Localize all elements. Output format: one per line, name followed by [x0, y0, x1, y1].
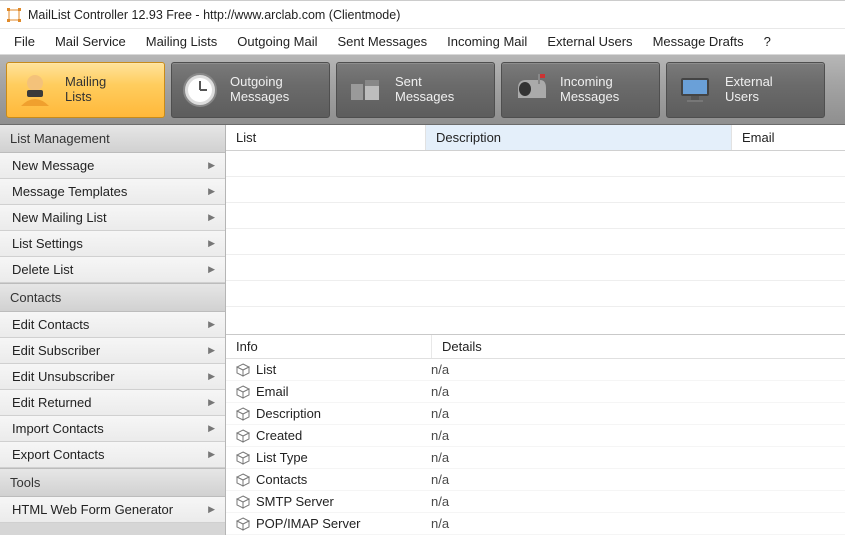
- menu-outgoing-mail[interactable]: Outgoing Mail: [227, 31, 327, 52]
- menu-external-users[interactable]: External Users: [537, 31, 642, 52]
- sidebar-item-html-form-generator[interactable]: HTML Web Form Generator▶: [0, 497, 225, 523]
- mailing-lists-icon: [15, 70, 55, 110]
- sidebar-item-delete-list[interactable]: Delete List▶: [0, 257, 225, 283]
- sidebar-item-import-contacts[interactable]: Import Contacts▶: [0, 416, 225, 442]
- ribbon-outgoing-messages[interactable]: Outgoing Messages: [171, 62, 330, 118]
- cube-icon: [236, 407, 250, 421]
- menu-sent-messages[interactable]: Sent Messages: [328, 31, 438, 52]
- chevron-right-icon: ▶: [208, 345, 215, 356]
- info-header: Info Details: [226, 335, 845, 359]
- packages-icon: [345, 70, 385, 110]
- grid-row[interactable]: [226, 281, 845, 307]
- sidebar-item-edit-subscriber[interactable]: Edit Subscriber▶: [0, 338, 225, 364]
- ribbon-label: External Users: [725, 75, 773, 105]
- grid-row[interactable]: [226, 255, 845, 281]
- chevron-right-icon: ▶: [208, 238, 215, 249]
- cube-icon: [236, 517, 250, 531]
- grid-row[interactable]: [226, 203, 845, 229]
- titlebar: MailList Controller 12.93 Free - http://…: [0, 1, 845, 29]
- sidebar-header-contacts: Contacts: [0, 283, 225, 312]
- info-row-smtp: SMTP Server n/a: [226, 491, 845, 513]
- list-grid: List Description Email: [226, 125, 845, 335]
- chevron-right-icon: ▶: [208, 212, 215, 223]
- sidebar-item-new-message[interactable]: New Message▶: [0, 153, 225, 179]
- mailbox-icon: [510, 70, 550, 110]
- cube-icon: [236, 363, 250, 377]
- clock-icon: [180, 70, 220, 110]
- menu-message-drafts[interactable]: Message Drafts: [643, 31, 754, 52]
- menubar: File Mail Service Mailing Lists Outgoing…: [0, 29, 845, 55]
- app-icon: [6, 7, 22, 23]
- sidebar-item-list-settings[interactable]: List Settings▶: [0, 231, 225, 257]
- info-row-list: List n/a: [226, 359, 845, 381]
- cube-icon: [236, 385, 250, 399]
- cube-icon: [236, 473, 250, 487]
- menu-mail-service[interactable]: Mail Service: [45, 31, 136, 52]
- ribbon-incoming-messages[interactable]: Incoming Messages: [501, 62, 660, 118]
- info-row-pop-imap: POP/IMAP Server n/a: [226, 513, 845, 535]
- chevron-right-icon: ▶: [208, 397, 215, 408]
- info-row-description: Description n/a: [226, 403, 845, 425]
- cube-icon: [236, 495, 250, 509]
- info-row-created: Created n/a: [226, 425, 845, 447]
- menu-file[interactable]: File: [4, 31, 45, 52]
- ribbon-label: Outgoing Messages: [230, 75, 289, 105]
- ribbon-label: Incoming Messages: [560, 75, 619, 105]
- info-row-list-type: List Type n/a: [226, 447, 845, 469]
- ribbon-mailing-lists[interactable]: Mailing Lists: [6, 62, 165, 118]
- info-header-details[interactable]: Details: [432, 335, 845, 358]
- info-row-contacts: Contacts n/a: [226, 469, 845, 491]
- chevron-right-icon: ▶: [208, 504, 215, 515]
- info-header-info[interactable]: Info: [226, 335, 432, 358]
- ribbon-toolbar: Mailing Lists Outgoing Messages: [0, 55, 845, 125]
- sidebar-header-tools: Tools: [0, 468, 225, 497]
- sidebar-header-list-management: List Management: [0, 125, 225, 153]
- chevron-right-icon: ▶: [208, 264, 215, 275]
- monitor-icon: [675, 70, 715, 110]
- ribbon-external-users[interactable]: External Users: [666, 62, 825, 118]
- column-header-email[interactable]: Email: [732, 125, 845, 150]
- info-row-email: Email n/a: [226, 381, 845, 403]
- ribbon-label: Mailing Lists: [65, 75, 106, 105]
- grid-row[interactable]: [226, 229, 845, 255]
- menu-help[interactable]: ?: [754, 31, 781, 52]
- menu-incoming-mail[interactable]: Incoming Mail: [437, 31, 537, 52]
- sidebar-item-new-mailing-list[interactable]: New Mailing List▶: [0, 205, 225, 231]
- chevron-right-icon: ▶: [208, 371, 215, 382]
- chevron-right-icon: ▶: [208, 186, 215, 197]
- cube-icon: [236, 451, 250, 465]
- main-area: List Description Email Info Details List: [226, 125, 845, 535]
- chevron-right-icon: ▶: [208, 160, 215, 171]
- info-panel: Info Details List n/a Email n/a Descript…: [226, 335, 845, 535]
- sidebar-item-message-templates[interactable]: Message Templates▶: [0, 179, 225, 205]
- window-title: MailList Controller 12.93 Free - http://…: [28, 8, 400, 22]
- grid-row[interactable]: [226, 151, 845, 177]
- grid-header-row: List Description Email: [226, 125, 845, 151]
- ribbon-sent-messages[interactable]: Sent Messages: [336, 62, 495, 118]
- sidebar: List Management New Message▶ Message Tem…: [0, 125, 226, 535]
- grid-body: [226, 151, 845, 307]
- menu-mailing-lists[interactable]: Mailing Lists: [136, 31, 228, 52]
- column-header-description[interactable]: Description: [426, 125, 732, 150]
- sidebar-item-edit-contacts[interactable]: Edit Contacts▶: [0, 312, 225, 338]
- chevron-right-icon: ▶: [208, 319, 215, 330]
- cube-icon: [236, 429, 250, 443]
- ribbon-label: Sent Messages: [395, 75, 454, 105]
- sidebar-item-export-contacts[interactable]: Export Contacts▶: [0, 442, 225, 468]
- sidebar-item-edit-unsubscriber[interactable]: Edit Unsubscriber▶: [0, 364, 225, 390]
- chevron-right-icon: ▶: [208, 449, 215, 460]
- chevron-right-icon: ▶: [208, 423, 215, 434]
- grid-row[interactable]: [226, 177, 845, 203]
- sidebar-item-edit-returned[interactable]: Edit Returned▶: [0, 390, 225, 416]
- column-header-list[interactable]: List: [226, 125, 426, 150]
